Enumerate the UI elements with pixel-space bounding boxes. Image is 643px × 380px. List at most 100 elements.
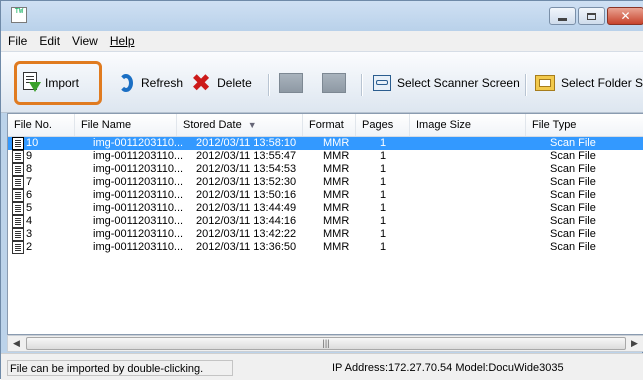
folder-label: Select Folder Sc [561, 76, 643, 90]
menu-file[interactable]: File [1, 34, 33, 48]
table-row[interactable]: 8 img-0011203110... 2012/03/11 13:54:53 MMR… [8, 163, 643, 176]
cell-date: 2012/03/11 13:58:10 [196, 137, 297, 149]
cell-file-no: 5 [26, 202, 33, 214]
cell-name: img-0011203110... [93, 176, 184, 188]
scanner-icon [373, 75, 391, 91]
column-header-format[interactable]: Format [303, 114, 356, 136]
table-row[interactable]: 3 img-0011203110... 2012/03/11 13:42:22 MMR… [8, 228, 643, 241]
select-scanner-screen-button[interactable]: Select Scanner Screen [373, 69, 520, 97]
cell-date: 2012/03/11 13:36:50 [196, 241, 297, 253]
window-title-blurred [35, 8, 185, 22]
cell-format: MMR [323, 176, 350, 188]
cell-date: 2012/03/11 13:44:16 [196, 215, 297, 227]
scan-file-icon [12, 228, 24, 241]
cell-format: MMR [323, 189, 350, 201]
table-row[interactable]: 2 img-0011203110... 2012/03/11 13:36:50 MMR… [8, 241, 643, 254]
table-row[interactable]: 6 img-0011203110... 2012/03/11 13:50:16 MMR… [8, 189, 643, 202]
minimize-button[interactable] [549, 7, 576, 25]
import-button[interactable]: Import [21, 69, 79, 97]
cell-format: MMR [323, 163, 350, 175]
cell-name: img-0011203110... [93, 215, 184, 227]
horizontal-scrollbar[interactable]: ◀ ||| ▶ [7, 335, 643, 352]
scroll-left-arrow-icon[interactable]: ◀ [8, 336, 25, 351]
cell-name: img-0011203110... [93, 241, 184, 253]
cell-pages: 1 [380, 176, 387, 188]
scan-file-icon [12, 163, 24, 176]
cell-file-no: 3 [26, 228, 33, 240]
disabled-tool-button-1[interactable] [279, 69, 303, 97]
toolbar-separator [268, 74, 269, 96]
cell-type: Scan File [550, 241, 596, 253]
column-header-stored-date[interactable]: Stored Date ▼ [177, 114, 303, 136]
column-label: Stored Date [183, 119, 242, 131]
cell-type: Scan File [550, 137, 596, 149]
status-bar: File can be imported by double-clicking.… [1, 353, 643, 380]
disabled-tool-button-2[interactable] [322, 69, 346, 97]
menu-view[interactable]: View [66, 34, 104, 48]
cell-pages: 1 [380, 150, 387, 162]
column-label: File Name [81, 119, 132, 131]
menu-help[interactable]: Help [104, 34, 141, 48]
scrollbar-thumb[interactable]: ||| [26, 337, 626, 350]
cell-pages: 1 [380, 228, 387, 240]
cell-type: Scan File [550, 176, 596, 188]
close-button[interactable]: ✕ [607, 7, 643, 25]
cell-format: MMR [323, 137, 350, 149]
table-row[interactable]: 9 img-0011203110... 2012/03/11 13:55:47 MMR… [8, 150, 643, 163]
app-window: TW ✕ File Edit View Help Import Refresh [0, 0, 643, 380]
column-header-image-size[interactable]: Image Size [410, 114, 526, 136]
cell-type: Scan File [550, 228, 596, 240]
toolbar-separator [361, 74, 362, 96]
delete-button[interactable]: ✖ Delete [191, 69, 252, 97]
disabled-tool-icon [279, 73, 303, 93]
menu-edit[interactable]: Edit [33, 34, 66, 48]
status-device-info: IP Address:172.27.70.54 Model:DocuWide30… [332, 362, 564, 374]
cell-file-no: 6 [26, 189, 33, 201]
scan-file-icon [12, 202, 24, 215]
cell-file-no: 7 [26, 176, 33, 188]
import-icon [21, 72, 41, 94]
column-label: File Type [532, 119, 577, 131]
scan-file-icon [12, 176, 24, 189]
cell-format: MMR [323, 202, 350, 214]
title-bar[interactable]: TW ✕ [1, 1, 643, 31]
scan-file-icon [12, 137, 24, 150]
file-list[interactable]: File No. File Name Stored Date ▼ Format P… [7, 113, 643, 335]
toolbar-separator [525, 74, 526, 96]
cell-date: 2012/03/11 13:42:22 [196, 228, 297, 240]
maximize-button[interactable] [578, 7, 605, 25]
refresh-button[interactable]: Refresh [119, 69, 183, 97]
cell-format: MMR [323, 241, 350, 253]
cell-format: MMR [323, 150, 350, 162]
cell-name: img-0011203110... [93, 163, 184, 175]
cell-pages: 1 [380, 137, 387, 149]
column-header-file-type[interactable]: File Type [526, 114, 643, 136]
minimize-icon [558, 17, 567, 21]
cell-type: Scan File [550, 189, 596, 201]
column-header-pages[interactable]: Pages [356, 114, 410, 136]
cell-pages: 1 [380, 202, 387, 214]
select-folder-screen-button[interactable]: Select Folder Sc [535, 69, 643, 97]
cell-date: 2012/03/11 13:44:49 [196, 202, 297, 214]
cell-file-no: 8 [26, 163, 33, 175]
table-row[interactable]: 5 img-0011203110... 2012/03/11 13:44:49 MMR… [8, 202, 643, 215]
scroll-right-arrow-icon[interactable]: ▶ [626, 336, 643, 351]
cell-name: img-0011203110... [93, 137, 184, 149]
cell-format: MMR [323, 215, 350, 227]
scan-file-icon [12, 189, 24, 202]
scan-file-icon [12, 150, 24, 163]
table-row[interactable]: 10 img-0011203110... 2012/03/11 13:58:10 MM… [8, 137, 643, 150]
cell-file-no: 4 [26, 215, 33, 227]
cell-file-no: 9 [26, 150, 33, 162]
table-row[interactable]: 4 img-0011203110... 2012/03/11 13:44:16 MMR… [8, 215, 643, 228]
cell-pages: 1 [380, 189, 387, 201]
column-label: Image Size [416, 119, 472, 131]
column-header-file-no[interactable]: File No. [8, 114, 75, 136]
disabled-tool-icon [322, 73, 346, 93]
scanner-label: Select Scanner Screen [397, 76, 520, 90]
table-row[interactable]: 7 img-0011203110... 2012/03/11 13:52:30 MMR… [8, 176, 643, 189]
column-label: File No. [14, 119, 52, 131]
maximize-icon [587, 12, 596, 20]
cell-pages: 1 [380, 241, 387, 253]
column-header-file-name[interactable]: File Name [75, 114, 177, 136]
